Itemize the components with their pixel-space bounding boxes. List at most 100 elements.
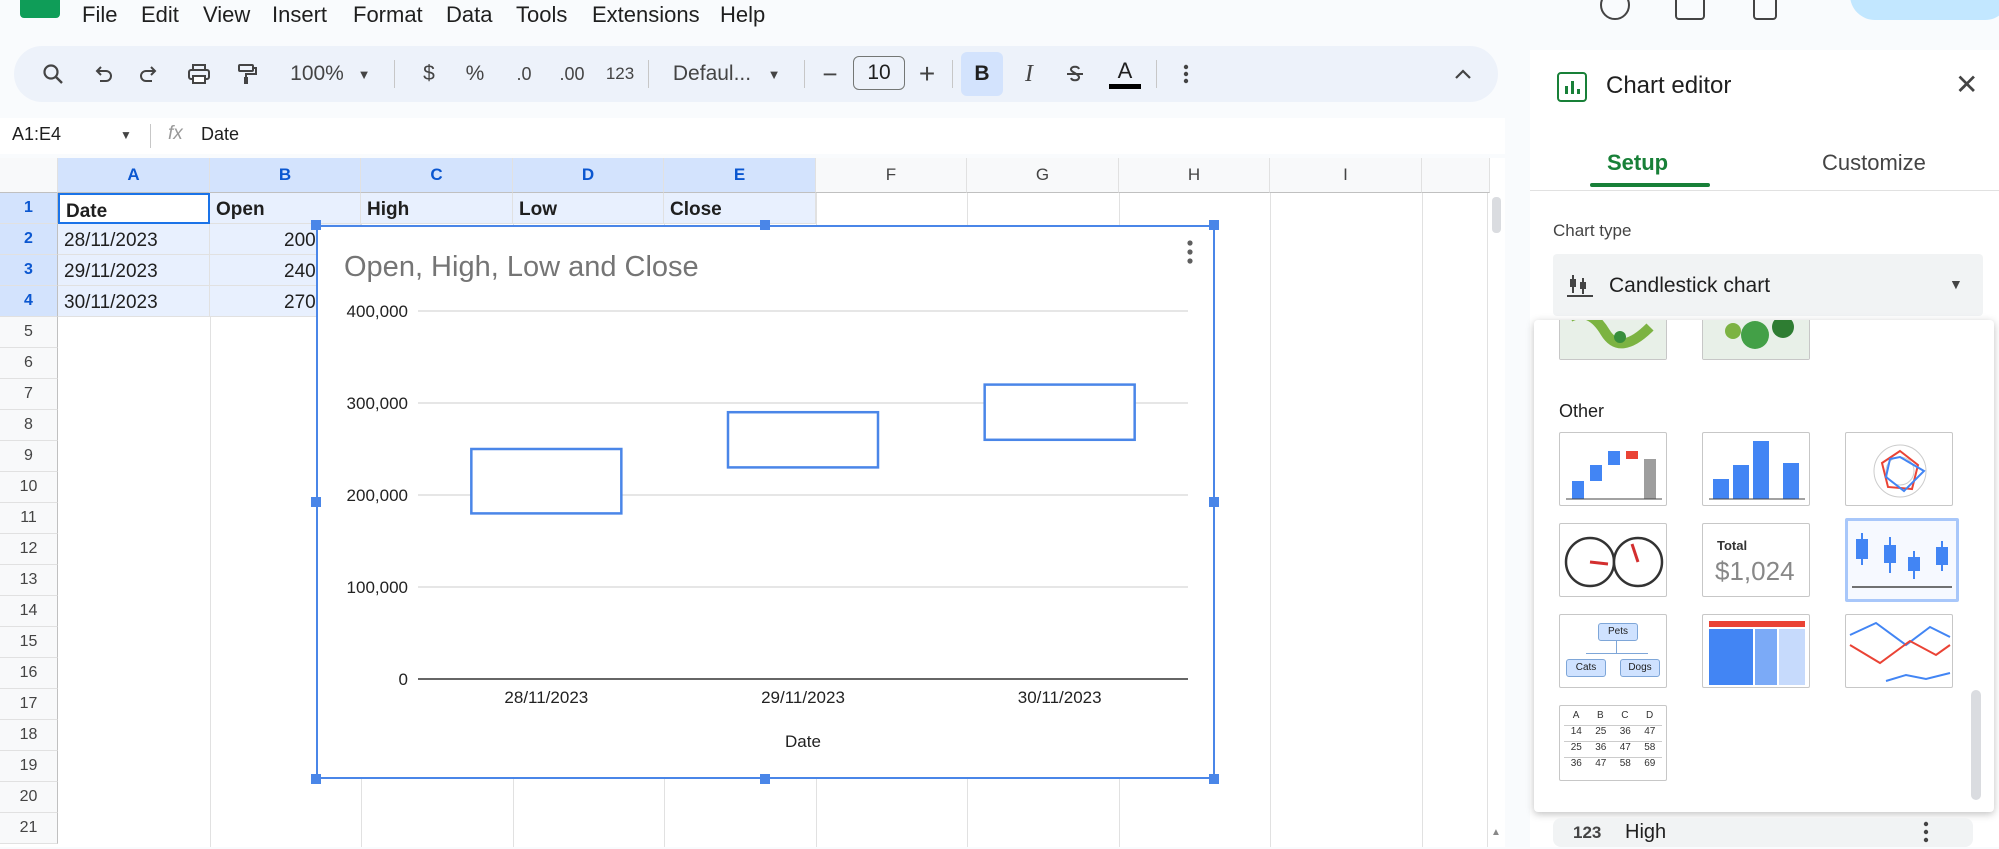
tab-setup[interactable]: Setup <box>1607 150 1668 176</box>
timeline-chart-option[interactable] <box>1845 614 1953 688</box>
name-box[interactable]: A1:E4 <box>12 124 61 145</box>
sheets-logo-icon[interactable] <box>20 0 60 18</box>
italic-button[interactable]: I <box>1014 46 1044 102</box>
column-header-i[interactable]: I <box>1270 158 1422 193</box>
meet-icon[interactable] <box>1753 0 1777 20</box>
select-all-corner[interactable] <box>0 158 58 193</box>
row-header[interactable]: 20 <box>0 782 58 813</box>
cell-d1[interactable]: Low <box>513 193 664 224</box>
column-header-e[interactable]: E <box>664 158 816 193</box>
row-header[interactable]: 11 <box>0 503 58 534</box>
column-header-c[interactable]: C <box>361 158 513 193</box>
decrease-font-size-button[interactable]: − <box>815 46 845 102</box>
row-header[interactable]: 4 <box>0 286 58 317</box>
resize-handle[interactable] <box>760 220 770 230</box>
row-header[interactable]: 9 <box>0 441 58 472</box>
print-icon[interactable] <box>184 46 214 102</box>
chevron-down-icon[interactable]: ▼ <box>120 128 132 142</box>
menu-edit[interactable]: Edit <box>141 2 179 28</box>
undo-icon[interactable] <box>88 46 118 102</box>
menu-tools[interactable]: Tools <box>516 2 567 28</box>
zoom-select[interactable]: 100% <box>282 46 352 102</box>
column-header-b[interactable]: B <box>210 158 361 193</box>
row-header[interactable]: 21 <box>0 813 58 844</box>
menu-format[interactable]: Format <box>353 2 423 28</box>
menu-file[interactable]: File <box>82 2 117 28</box>
font-select[interactable]: Defaul... <box>662 46 762 102</box>
row-header[interactable]: 6 <box>0 348 58 379</box>
close-icon[interactable]: ✕ <box>1955 68 1978 101</box>
geo-chart-option[interactable] <box>1559 320 1667 360</box>
row-header[interactable]: 3 <box>0 255 58 286</box>
resize-handle[interactable] <box>311 774 321 784</box>
candlestick-chart-option[interactable] <box>1845 518 1959 602</box>
table-chart-option[interactable]: A B C D 14 25 36 47 25 36 47 58 36 47 58 69 <box>1559 705 1667 781</box>
strikethrough-icon[interactable] <box>1060 46 1090 102</box>
scroll-thumb[interactable] <box>1492 197 1501 233</box>
font-size-input[interactable]: 10 <box>853 56 905 90</box>
cell-a4[interactable]: 30/11/2023 <box>58 286 210 317</box>
vertical-scrollbar[interactable]: ▲ ▼ <box>1487 193 1505 847</box>
treemap-chart-option[interactable] <box>1702 614 1810 688</box>
cell-b1[interactable]: Open <box>210 193 361 224</box>
cell-e1[interactable]: Close <box>664 193 816 224</box>
cell-c1[interactable]: High <box>361 193 513 224</box>
percent-button[interactable]: % <box>460 46 490 102</box>
search-icon[interactable] <box>38 46 68 102</box>
waterfall-chart-option[interactable] <box>1559 432 1667 506</box>
gauge-chart-option[interactable] <box>1559 523 1667 597</box>
more-vert-icon[interactable] <box>1171 46 1201 102</box>
text-color-button[interactable]: A <box>1108 46 1142 102</box>
comment-icon[interactable] <box>1675 0 1705 20</box>
chevron-up-icon[interactable] <box>1448 46 1478 102</box>
column-header-a[interactable]: A <box>58 158 210 193</box>
row-header[interactable]: 7 <box>0 379 58 410</box>
dropdown-scrollbar[interactable] <box>1971 690 1981 800</box>
row-header[interactable]: 13 <box>0 565 58 596</box>
share-button[interactable] <box>1850 0 1999 20</box>
redo-icon[interactable] <box>134 46 164 102</box>
column-header-g[interactable]: G <box>967 158 1119 193</box>
series-row-high[interactable]: 123 High <box>1553 818 1973 847</box>
increase-font-size-button[interactable]: + <box>912 46 942 102</box>
resize-handle[interactable] <box>1209 774 1219 784</box>
row-header[interactable]: 2 <box>0 224 58 255</box>
row-header[interactable]: 12 <box>0 534 58 565</box>
decrease-decimal-button[interactable]: .0 <box>504 46 544 102</box>
row-header[interactable]: 19 <box>0 751 58 782</box>
cell-a1[interactable]: Date <box>58 193 210 224</box>
org-chart-option[interactable]: Pets Cats Dogs <box>1559 614 1667 688</box>
chevron-down-icon[interactable]: ▼ <box>354 46 374 102</box>
row-header[interactable]: 14 <box>0 596 58 627</box>
cell-a2[interactable]: 28/11/2023 <box>58 224 210 255</box>
more-vert-icon[interactable] <box>1923 820 1929 849</box>
increase-decimal-button[interactable]: .00 <box>552 46 592 102</box>
resize-handle[interactable] <box>1209 220 1219 230</box>
chevron-down-icon[interactable]: ▼ <box>764 46 784 102</box>
currency-button[interactable]: $ <box>414 46 444 102</box>
resize-handle[interactable] <box>1209 497 1219 507</box>
histogram-chart-option[interactable] <box>1702 432 1810 506</box>
geo-bubble-chart-option[interactable] <box>1702 320 1810 360</box>
row-header[interactable]: 5 <box>0 317 58 348</box>
paint-format-icon[interactable] <box>232 46 262 102</box>
row-header[interactable]: 15 <box>0 627 58 658</box>
row-header[interactable]: 16 <box>0 658 58 689</box>
cell-a3[interactable]: 29/11/2023 <box>58 255 210 286</box>
row-header[interactable]: 10 <box>0 472 58 503</box>
candlestick-chart[interactable]: Open, High, Low and Close 0 100,000 200,00… <box>316 225 1215 779</box>
row-header[interactable]: 18 <box>0 720 58 751</box>
formula-input[interactable]: Date <box>201 124 239 145</box>
column-header-d[interactable]: D <box>513 158 664 193</box>
menu-view[interactable]: View <box>203 2 250 28</box>
resize-handle[interactable] <box>760 774 770 784</box>
row-header[interactable]: 17 <box>0 689 58 720</box>
radar-chart-option[interactable] <box>1845 432 1953 506</box>
menu-extensions[interactable]: Extensions <box>592 2 700 28</box>
menu-data[interactable]: Data <box>446 2 492 28</box>
tab-customize[interactable]: Customize <box>1822 150 1926 176</box>
chart-type-select[interactable]: Candlestick chart ▼ <box>1553 254 1983 316</box>
resize-handle[interactable] <box>311 497 321 507</box>
menu-insert[interactable]: Insert <box>272 2 327 28</box>
history-icon[interactable] <box>1600 0 1630 20</box>
